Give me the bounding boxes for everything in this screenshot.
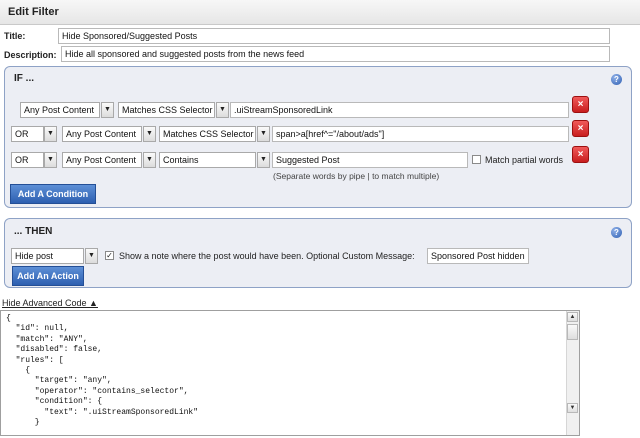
- row3-operator-chevron-down-icon[interactable]: ▼: [257, 152, 270, 168]
- action-chevron-down-icon[interactable]: ▼: [85, 248, 98, 264]
- row1-operator-chevron-down-icon[interactable]: ▼: [216, 102, 229, 118]
- title-label: Title:: [4, 31, 26, 41]
- then-panel-title: ... THEN: [14, 226, 53, 237]
- if-help-icon[interactable]: ?: [611, 74, 622, 85]
- row2-combinator-chevron-down-icon[interactable]: ▼: [44, 126, 57, 142]
- match-partial-label: Match partial words: [485, 155, 564, 165]
- show-note-label: Show a note where the post would have be…: [119, 251, 415, 261]
- match-partial-checkbox[interactable]: [472, 155, 481, 164]
- row3-target-select[interactable]: Any Post Content: [62, 152, 142, 168]
- separator-hint: (Separate words by pipe | to match multi…: [273, 171, 440, 181]
- row1-operator-select[interactable]: Matches CSS Selector: [118, 102, 215, 118]
- row2-value-input[interactable]: span>a[href^="/about/ads"]: [272, 126, 569, 142]
- show-note-checkbox[interactable]: ✓: [105, 251, 114, 260]
- row1-value-input[interactable]: .uiStreamSponsoredLink: [230, 102, 569, 118]
- row2-operator-chevron-down-icon[interactable]: ▼: [257, 126, 270, 142]
- action-select[interactable]: Hide post: [11, 248, 84, 264]
- row1-target-select[interactable]: Any Post Content: [20, 102, 100, 118]
- row2-remove-button[interactable]: ×: [572, 120, 589, 137]
- advanced-code-toggle-link[interactable]: Hide Advanced Code ▲: [2, 298, 98, 308]
- row3-operator-select[interactable]: Contains: [159, 152, 256, 168]
- row2-target-chevron-down-icon[interactable]: ▼: [143, 126, 156, 142]
- description-input[interactable]: Hide all sponsored and suggested posts f…: [61, 46, 610, 62]
- add-condition-button[interactable]: Add A Condition: [10, 184, 96, 204]
- dialog-title: Edit Filter: [8, 6, 59, 18]
- row2-combinator-select[interactable]: OR: [11, 126, 44, 142]
- title-input[interactable]: Hide Sponsored/Suggested Posts: [58, 28, 610, 44]
- description-label: Description:: [4, 50, 57, 60]
- advanced-code-text: { "id": null, "match": "ANY", "disabled"…: [6, 314, 199, 428]
- row1-target-chevron-down-icon[interactable]: ▼: [101, 102, 114, 118]
- advanced-code-editor[interactable]: { "id": null, "match": "ANY", "disabled"…: [0, 310, 580, 436]
- dialog-header: Edit Filter: [0, 0, 640, 25]
- add-action-button[interactable]: Add An Action: [12, 266, 84, 286]
- scroll-down-icon[interactable]: ▼: [567, 403, 578, 413]
- row3-combinator-select[interactable]: OR: [11, 152, 44, 168]
- row2-target-select[interactable]: Any Post Content: [62, 126, 142, 142]
- row2-operator-select[interactable]: Matches CSS Selector: [159, 126, 256, 142]
- then-help-icon[interactable]: ?: [611, 227, 622, 238]
- row3-remove-button[interactable]: ×: [572, 146, 589, 163]
- row3-value-input[interactable]: Suggested Post: [272, 152, 468, 168]
- scroll-up-icon[interactable]: ▲: [567, 312, 578, 322]
- custom-message-input[interactable]: Sponsored Post hidden: [427, 248, 529, 264]
- if-panel-title: IF ...: [14, 73, 34, 84]
- row1-remove-button[interactable]: ×: [572, 96, 589, 113]
- row3-combinator-chevron-down-icon[interactable]: ▼: [44, 152, 57, 168]
- scroll-thumb[interactable]: [567, 324, 578, 340]
- row3-target-chevron-down-icon[interactable]: ▼: [143, 152, 156, 168]
